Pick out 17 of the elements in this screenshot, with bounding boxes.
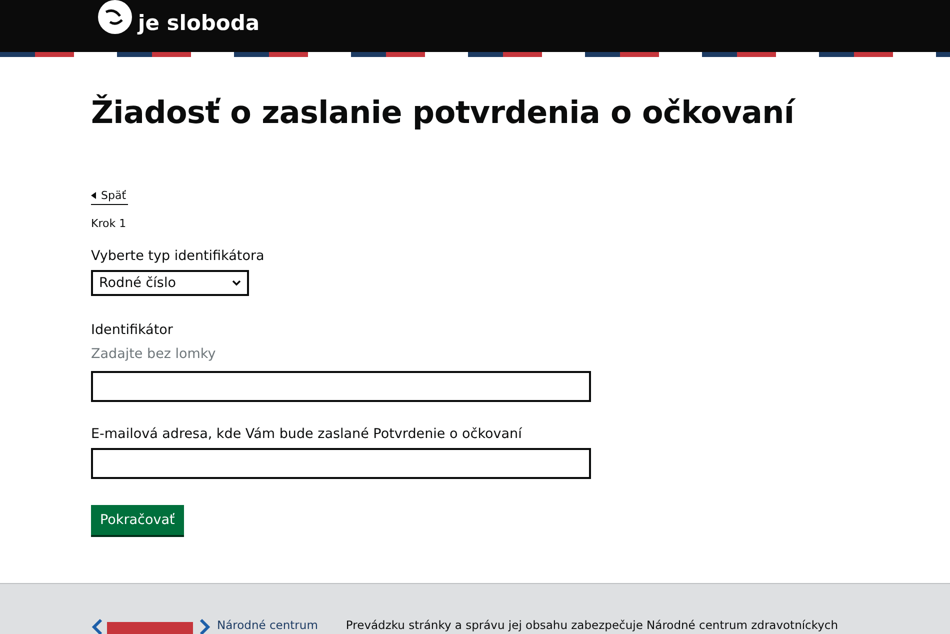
- triangle-left-icon: [91, 192, 96, 200]
- logo-icon: [91, 618, 211, 634]
- logo-text: je sloboda: [138, 13, 260, 34]
- back-link[interactable]: Späť: [91, 189, 128, 206]
- input-field[interactable]: [91, 371, 591, 402]
- continue-button[interactable]: Pokračovať: [91, 505, 184, 536]
- footer-text: Prevádzku stránky a správu jej obsahu zabezpečuje Národné centrum zdravotníckych: [346, 618, 838, 632]
- step-text: Krok 1: [91, 217, 128, 230]
- page-title: Žiadosť o zaslanie potvrdenia o očkovaní: [91, 95, 797, 132]
- chevron-down-icon: [232, 280, 241, 286]
- field-label: Vyberte typ identifikátora: [91, 248, 266, 264]
- identifier-type-select[interactable]: Rodné číslo: [91, 270, 249, 296]
- input-field[interactable]: [91, 448, 591, 480]
- field-hint: Zadajte bez lomky: [91, 346, 217, 362]
- org-name: Národné centrum: [217, 618, 318, 632]
- field-label: Identifikátor: [91, 322, 174, 338]
- field-label: E-mailová adresa, kde Vám bude zaslané Potvrdenie o očkovaní: [91, 426, 523, 442]
